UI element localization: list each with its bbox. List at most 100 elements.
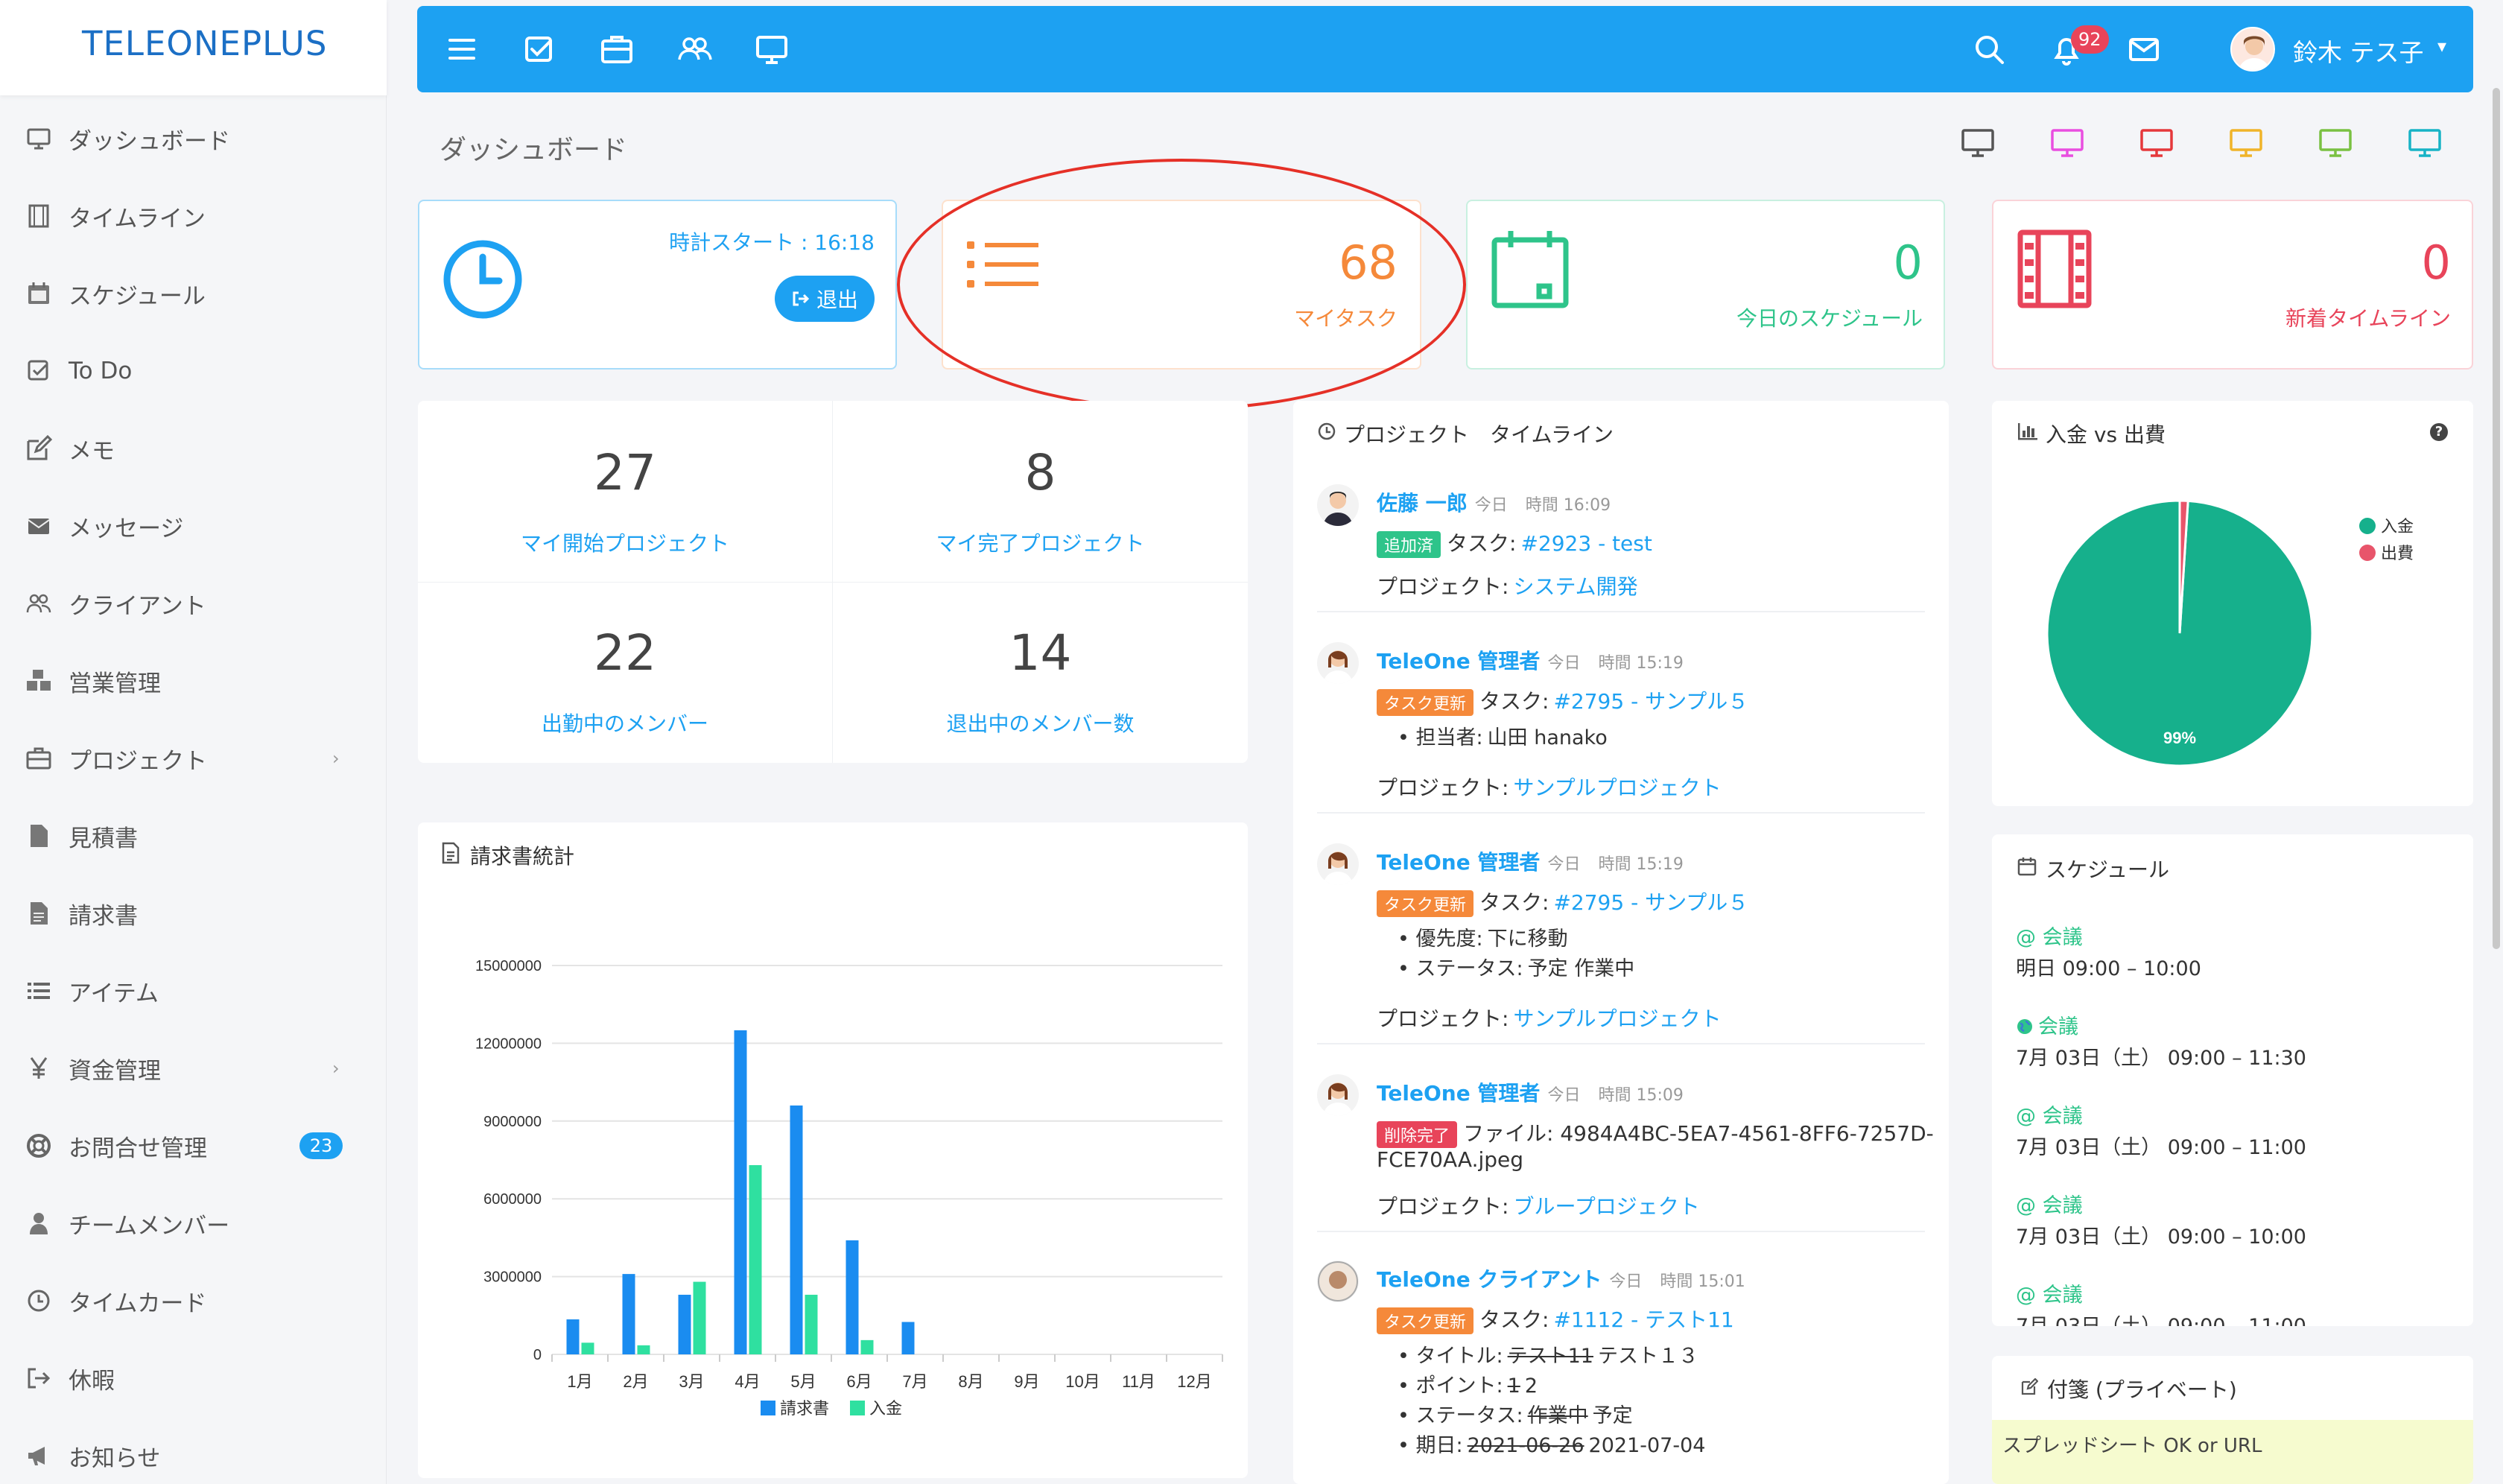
bar[interactable]	[860, 1339, 874, 1354]
sidebar-item-badge: 23	[299, 1132, 343, 1159]
schedule-event-title[interactable]: @ 会議	[2016, 921, 2083, 950]
sticky-note-area[interactable]: スプレッドシート OK or URL	[1992, 1420, 2473, 1484]
project-link[interactable]: サンプルプロジェクト	[1513, 1006, 1721, 1031]
task-link[interactable]: #1112 - テスト11	[1553, 1307, 1733, 1332]
stat-label[interactable]: マイ開始プロジェクト	[418, 527, 832, 557]
project-link[interactable]: サンプルプロジェクト	[1513, 776, 1721, 800]
theme-color-icon[interactable]	[2408, 128, 2442, 158]
sidebar-item[interactable]: チームメンバー	[0, 1185, 387, 1262]
new-value: 2	[1524, 1374, 1538, 1398]
sidebar-item[interactable]: タイムカード	[0, 1262, 387, 1339]
task-label: タスク:	[1479, 689, 1549, 714]
mail-icon[interactable]	[2126, 31, 2162, 67]
bar[interactable]	[622, 1274, 635, 1354]
timeline-user-name[interactable]: TeleOne クライアント	[1377, 1267, 1602, 1292]
bar[interactable]	[734, 1030, 747, 1354]
bar[interactable]	[749, 1164, 762, 1354]
menu-toggle-icon[interactable]	[444, 31, 480, 67]
sidebar-item[interactable]: スケジュール	[0, 255, 387, 332]
sidebar-item[interactable]: アイテム	[0, 952, 387, 1030]
todo-check-icon[interactable]	[521, 31, 557, 67]
bar[interactable]	[846, 1240, 859, 1354]
bullet-icon: •	[1398, 1404, 1416, 1427]
detail-label: 期日:	[1415, 1434, 1463, 1457]
project-link[interactable]: システム開発	[1513, 574, 1637, 599]
sidebar-item[interactable]: クライアント	[0, 565, 387, 642]
today-schedule-widget[interactable]: 0 今日のスケジュール	[1466, 200, 1945, 370]
avatar[interactable]	[1317, 1261, 1359, 1302]
stat-value: 27	[594, 444, 656, 501]
bar[interactable]	[805, 1294, 818, 1354]
brand-logo[interactable]: TELEONEPLUS	[82, 24, 327, 63]
sidebar-item[interactable]: ダッシュボード	[0, 100, 387, 177]
schedule-event-time: 7月 03日（土） 09:00 – 10:00	[2016, 1225, 2306, 1249]
page-scrollbar[interactable]	[2493, 88, 2500, 949]
schedule-event-title[interactable]: 会議	[2016, 1010, 2078, 1039]
sidebar-item[interactable]: 請求書	[0, 875, 387, 952]
theme-color-icon[interactable]	[2318, 128, 2353, 158]
timeline-user-name[interactable]: TeleOne 管理者	[1377, 850, 1540, 875]
avatar[interactable]	[1317, 843, 1359, 885]
sidebar-item[interactable]: メモ	[0, 410, 387, 487]
schedule-event-title[interactable]: @ 会議	[2016, 1189, 2083, 1218]
sidebar-item[interactable]: 営業管理	[0, 642, 387, 720]
sidebar-item[interactable]: メッセージ	[0, 487, 387, 565]
clock-out-button[interactable]: 退出	[775, 276, 875, 322]
task-link[interactable]: #2795 - サンプル５	[1553, 890, 1748, 915]
bar[interactable]	[637, 1345, 650, 1354]
theme-color-icon[interactable]	[1961, 128, 1995, 158]
top-navbar: 92 鈴木 テス子 ▾	[417, 6, 2473, 92]
timeline-divider	[1317, 1043, 1925, 1044]
theme-color-icon[interactable]	[2050, 128, 2084, 158]
x-tick-label: 1月	[567, 1372, 592, 1391]
sidebar-item[interactable]: お問合せ管理 23	[0, 1107, 387, 1185]
stat-value: 8	[1024, 444, 1056, 501]
schedule-event-title[interactable]: @ 会議	[2016, 1278, 2083, 1307]
bar[interactable]	[566, 1319, 580, 1354]
new-timeline-widget[interactable]: 0 新着タイムライン	[1992, 200, 2473, 370]
users-icon[interactable]	[676, 31, 712, 67]
theme-color-icon[interactable]	[2139, 128, 2174, 158]
sidebar-item-label: To Do	[69, 358, 133, 384]
timeline-user-name[interactable]: 佐藤 一郎	[1377, 491, 1468, 516]
bar[interactable]	[790, 1105, 803, 1354]
sidebar-item[interactable]: 見積書	[0, 797, 387, 875]
bar[interactable]	[581, 1342, 594, 1354]
timeline-entry-header: TeleOne 管理者 今日 時間 15:19	[1377, 846, 1684, 876]
schedule-event-title-text: @ 会議	[2016, 1105, 2083, 1128]
avatar[interactable]	[1317, 484, 1359, 526]
bar[interactable]	[901, 1322, 915, 1355]
schedule-event-title-text: @ 会議	[2016, 926, 2083, 949]
avatar[interactable]	[1317, 642, 1359, 684]
timeline-user-name[interactable]: TeleOne 管理者	[1377, 649, 1540, 673]
stat-label[interactable]: 退出中のメンバー数	[833, 708, 1248, 738]
sidebar-item[interactable]: 資金管理 ›	[0, 1030, 387, 1107]
theme-color-icon[interactable]	[2229, 128, 2263, 158]
task-link[interactable]: #2795 - サンプル５	[1553, 689, 1748, 714]
sidebar-item[interactable]: タイムライン	[0, 177, 387, 255]
sidebar-item[interactable]: お知らせ	[0, 1417, 387, 1484]
user-menu-caret-icon[interactable]: ▾	[2437, 36, 2446, 57]
pie-slice-label: 99%	[2163, 729, 2196, 747]
sidebar-item[interactable]: To Do	[0, 332, 387, 410]
project-link[interactable]: ブループロジェクト	[1513, 1194, 1699, 1219]
bar[interactable]	[693, 1281, 706, 1354]
user-name[interactable]: 鈴木 テス子	[2293, 33, 2424, 69]
sidebar-item[interactable]: 休暇	[0, 1339, 387, 1417]
bar[interactable]	[678, 1294, 691, 1354]
sidebar-item[interactable]: プロジェクト ›	[0, 720, 387, 797]
old-value: 2021-06-26	[1467, 1434, 1584, 1457]
schedule-event-title[interactable]: @ 会議	[2016, 1100, 2083, 1129]
briefcase-icon[interactable]	[599, 31, 635, 67]
page-title: ダッシュボード	[440, 135, 628, 165]
stat-label[interactable]: 出勤中のメンバー	[418, 708, 832, 738]
search-icon[interactable]	[1971, 31, 2007, 67]
stat-value: 14	[1009, 624, 1072, 682]
user-avatar[interactable]	[2230, 27, 2275, 72]
task-link[interactable]: #2923 - test	[1520, 531, 1652, 556]
monitor-icon[interactable]	[754, 31, 790, 67]
avatar[interactable]	[1317, 1074, 1359, 1116]
timeline-user-name[interactable]: TeleOne 管理者	[1377, 1081, 1540, 1106]
change-detail: • 担当者: 山田 hanako	[1398, 721, 1608, 750]
stat-label[interactable]: マイ完了プロジェクト	[833, 527, 1248, 557]
